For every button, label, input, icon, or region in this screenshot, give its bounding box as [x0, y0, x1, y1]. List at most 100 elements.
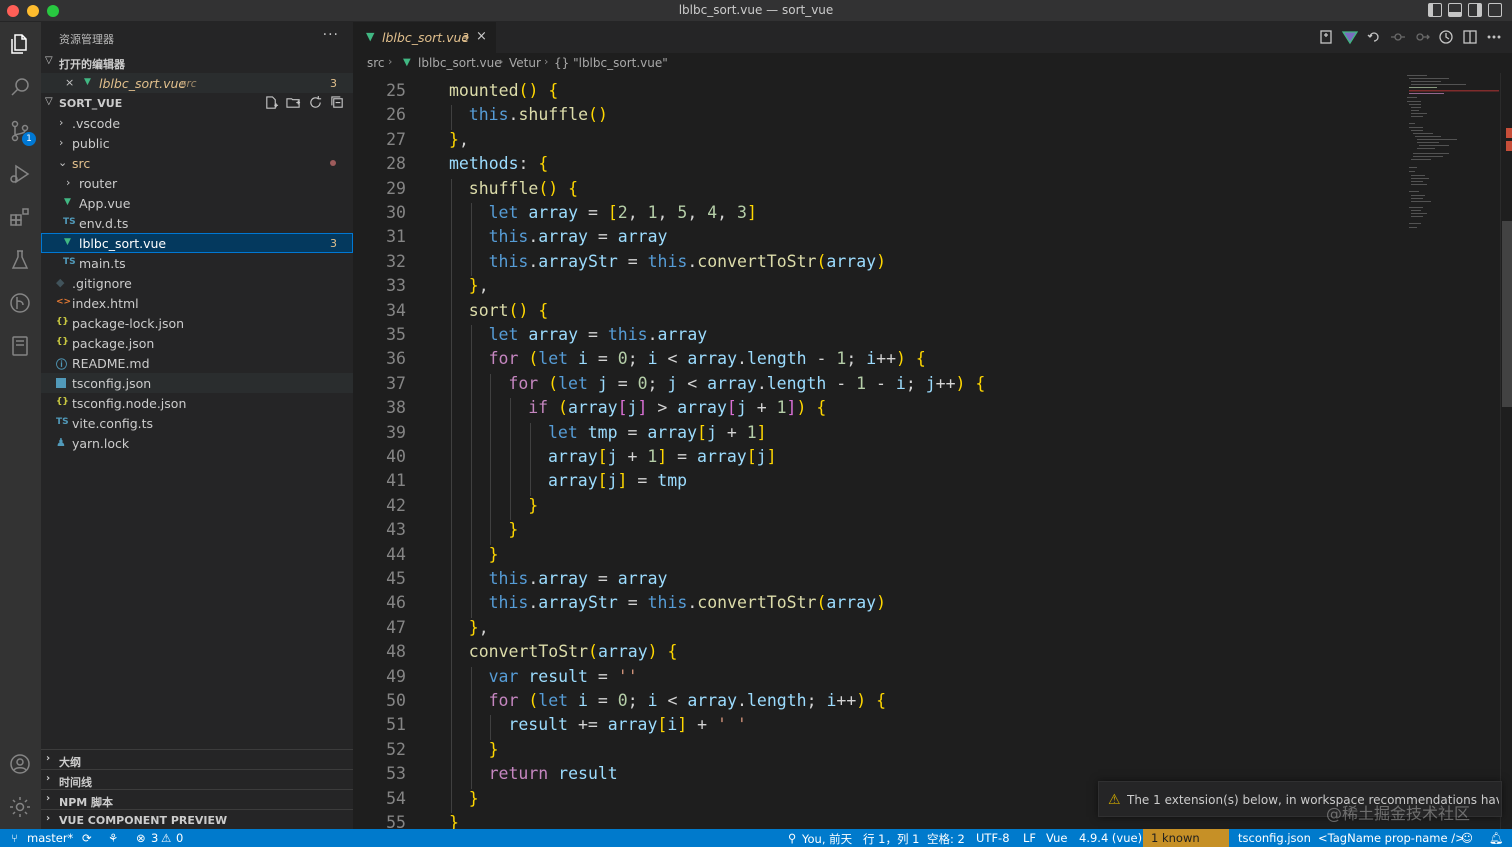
code-line[interactable]: 52}	[353, 739, 1403, 765]
sync-icon[interactable]: ⟳	[82, 831, 92, 845]
customize-layout-icon[interactable]	[1488, 3, 1502, 17]
live-share-icon[interactable]: ⚘	[108, 831, 118, 845]
code-line[interactable]: 45 this.array = array	[353, 569, 1403, 594]
timeline-icon[interactable]	[1438, 29, 1454, 45]
new-folder-icon[interactable]	[286, 95, 301, 110]
indentation[interactable]: 空格: 2	[927, 831, 965, 847]
code-line[interactable]: 41 array[j] = tmp	[353, 471, 1403, 496]
vue-preview-icon[interactable]	[1341, 29, 1359, 45]
open-editors-section[interactable]: ▽ 打开的编辑器	[41, 52, 353, 72]
code-line[interactable]: 46 this.arrayStr = this.convertToStr(arra…	[353, 593, 1403, 618]
outline-section[interactable]: › 大纲	[41, 749, 353, 769]
code-line[interactable]: 39 let tmp = array[j + 1]	[353, 422, 1403, 447]
tree-folder-router[interactable]: › router	[41, 173, 353, 193]
code-line[interactable]: 42}	[353, 495, 1403, 521]
breadcrumb-item[interactable]: src	[367, 56, 385, 70]
code-line[interactable]: 36 for (let i = 0; i < array.length - 1; …	[353, 349, 1403, 374]
code-editor[interactable]: 25 mounted() {26 this.shuffle() 27}, 28 metho…	[353, 73, 1403, 829]
explorer-icon[interactable]	[6, 30, 34, 58]
run-debug-icon[interactable]	[6, 160, 34, 188]
close-icon[interactable]: ×	[65, 76, 74, 89]
tree-file-readme[interactable]: ⓘ README.md	[41, 353, 353, 373]
breadcrumb-item[interactable]: Vetur	[509, 56, 541, 70]
code-line[interactable]: 33},	[353, 276, 1403, 301]
collapse-all-icon[interactable]	[330, 95, 345, 110]
git-blame[interactable]: You, 前天	[802, 831, 852, 847]
new-file-icon[interactable]	[264, 95, 279, 110]
known-issue-badge[interactable]: 1 known issue	[1143, 829, 1229, 847]
code-line[interactable]: 38 if (array[j] > array[j + 1]) {	[353, 398, 1403, 423]
refresh-icon[interactable]	[308, 95, 323, 110]
minimap[interactable]	[1403, 73, 1500, 829]
git-branch[interactable]: master*	[27, 831, 73, 845]
code-line[interactable]: 28 methods: {	[353, 154, 1403, 178]
tree-file-lblbc-sort-vue[interactable]: ▼ lblbc_sort.vue 3	[41, 233, 353, 253]
account-icon[interactable]	[6, 750, 34, 778]
tab-lblbc-sort-vue[interactable]: ▼ lblbc_sort.vue 3 ×	[353, 22, 496, 53]
tree-file-tsconfig[interactable]: tsconfig.json	[41, 373, 353, 393]
extensions-icon[interactable]	[6, 203, 34, 231]
code-line[interactable]: 51 result += array[i] + ' '	[353, 715, 1403, 740]
source-control-icon[interactable]: 1	[6, 117, 36, 146]
tree-file-index-html[interactable]: <> index.html	[41, 293, 353, 313]
encoding[interactable]: UTF-8	[976, 831, 1010, 845]
toggle-secondary-sidebar-icon[interactable]	[1468, 3, 1482, 17]
code-line[interactable]: 26 this.shuffle()	[353, 105, 1403, 130]
warning-count[interactable]: 0	[176, 831, 183, 845]
git-graph-icon[interactable]	[6, 289, 34, 317]
tree-file-env-d-ts[interactable]: TS env.d.ts	[41, 213, 353, 233]
tree-folder-vscode[interactable]: › .vscode	[41, 113, 353, 133]
npm-scripts-section[interactable]: › NPM 脚本	[41, 789, 353, 809]
open-changes-icon[interactable]	[1318, 29, 1334, 45]
warning-icon[interactable]: ⚠	[161, 831, 171, 845]
search-icon[interactable]	[6, 73, 34, 101]
breadcrumb-item[interactable]: {} "lblbc_sort.vue"	[554, 56, 668, 70]
more-actions-icon[interactable]: ···	[323, 27, 339, 43]
end-of-line[interactable]: LF	[1023, 831, 1036, 845]
code-line[interactable]: 34 sort() {	[353, 300, 1403, 325]
error-count[interactable]: 3	[151, 831, 158, 845]
code-line[interactable]: 40 array[j + 1] = array[j]	[353, 447, 1403, 472]
code-line[interactable]: 48 convertToStr(array) {	[353, 642, 1403, 667]
tree-file-package-lock[interactable]: {} package-lock.json	[41, 313, 353, 333]
commit-icon[interactable]	[1390, 29, 1406, 45]
tree-file-gitignore[interactable]: ◆ .gitignore	[41, 273, 353, 293]
close-tab-icon[interactable]: ×	[476, 29, 487, 44]
manage-gear-icon[interactable]	[6, 793, 34, 821]
git-branch-icon[interactable]: ⑂	[11, 831, 18, 845]
code-line[interactable]: 30 let array = [2, 1, 5, 4, 3]	[353, 203, 1403, 228]
language-mode[interactable]: Vue	[1046, 831, 1067, 845]
code-line[interactable]: 43}	[353, 520, 1403, 545]
code-line[interactable]: 31 this.array = array	[353, 227, 1403, 252]
testing-icon[interactable]	[6, 246, 34, 274]
code-line[interactable]: 49 var result = ''	[353, 666, 1403, 691]
timeline-section[interactable]: › 时间线	[41, 769, 353, 789]
tree-file-tsconfig-node[interactable]: {} tsconfig.node.json	[41, 393, 353, 413]
code-line[interactable]: 27},	[353, 130, 1403, 154]
scrollbar-thumb[interactable]	[1502, 221, 1512, 407]
code-line[interactable]: 29 shuffle() {	[353, 178, 1403, 203]
go-forward-icon[interactable]	[1414, 29, 1430, 45]
toggle-sidebar-icon[interactable]	[1428, 3, 1442, 17]
vertical-scrollbar[interactable]	[1500, 73, 1512, 829]
code-line[interactable]: 47},	[353, 617, 1403, 643]
tree-folder-src[interactable]: ⌄ src	[41, 153, 353, 173]
code-line[interactable]: 37 for (let j = 0; j < array.length - 1 -…	[353, 373, 1403, 399]
tree-file-main-ts[interactable]: TS main.ts	[41, 253, 353, 273]
cursor-position[interactable]: 行 1，列 1	[863, 831, 919, 847]
tree-file-yarn-lock[interactable]: ♟ yarn.lock	[41, 433, 353, 453]
feedback-icon[interactable]: ☺	[1461, 831, 1473, 845]
open-editor-item[interactable]: × ▼ lblbc_sort.vue src 3	[41, 73, 353, 93]
code-line[interactable]: 50 for (let i = 0; i < array.length; i++)…	[353, 691, 1403, 716]
tsconfig-status[interactable]: tsconfig.json	[1238, 831, 1311, 845]
tree-file-app-vue[interactable]: ▼ App.vue	[41, 193, 353, 213]
tree-folder-public[interactable]: › public	[41, 133, 353, 153]
go-back-icon[interactable]	[1366, 29, 1382, 45]
project-section[interactable]: ▽ SORT_VUE	[41, 93, 353, 113]
error-icon[interactable]: ⊗	[136, 831, 146, 845]
code-line[interactable]: 25 mounted() {	[353, 81, 1403, 105]
tagname-status[interactable]: <TagName prop-name />	[1318, 831, 1465, 845]
code-line[interactable]: 44}	[353, 544, 1403, 569]
toggle-panel-icon[interactable]	[1448, 3, 1462, 17]
code-line[interactable]: 32 this.arrayStr = this.convertToStr(arra…	[353, 251, 1403, 277]
